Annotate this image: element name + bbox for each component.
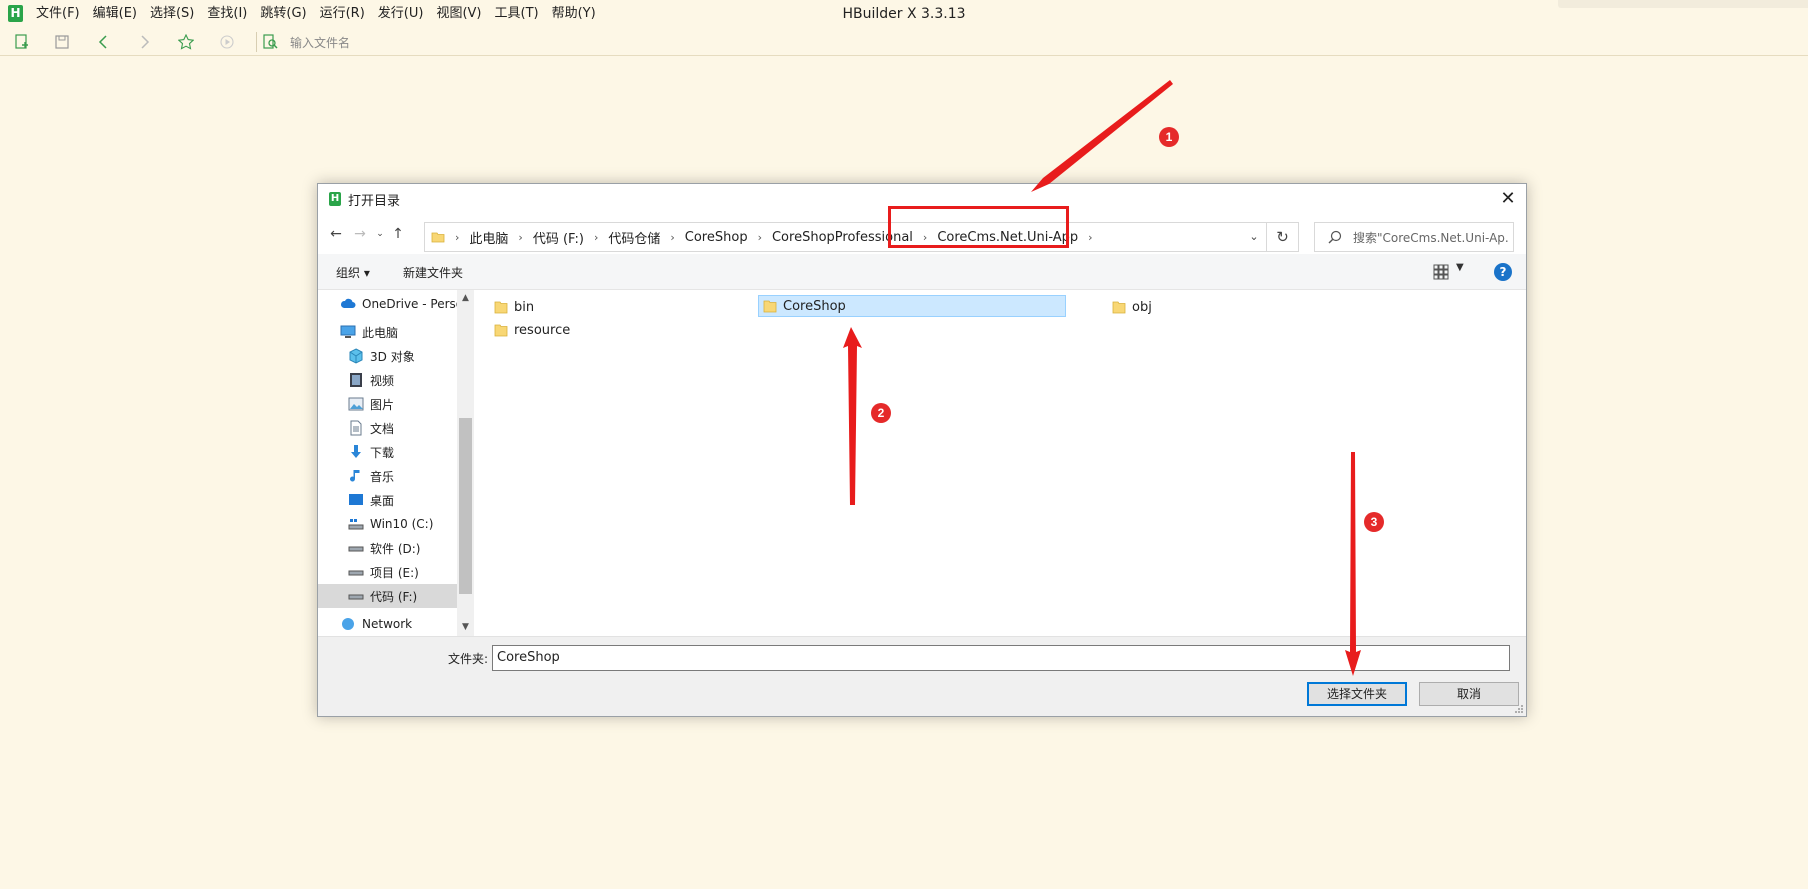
nav-item-drive-f[interactable]: 代码 (F:)	[318, 584, 457, 608]
address-highlight-box	[888, 206, 1069, 248]
cancel-button[interactable]: 取消	[1419, 682, 1519, 706]
search-input[interactable]: 搜索"CoreCms.Net.Uni-Ap...	[1353, 229, 1509, 246]
file-search-input[interactable]: 输入文件名	[290, 34, 350, 51]
annotation-badge-1: 1	[1159, 127, 1179, 147]
up-arrow-icon[interactable]: ↑	[388, 224, 408, 244]
save-icon[interactable]	[52, 32, 72, 52]
nav-item-music[interactable]: 音乐	[318, 464, 457, 488]
nav-item-drive-d[interactable]: 软件 (D:)	[318, 536, 457, 560]
dialog-footer: 文件夹: CoreShop 选择文件夹 取消	[318, 636, 1526, 716]
download-icon	[351, 445, 361, 458]
computer-icon	[340, 325, 356, 338]
run-icon[interactable]	[217, 32, 237, 52]
drive-icon	[348, 570, 364, 576]
system-drive-icon	[348, 519, 364, 530]
tool-bar: 输入文件名	[0, 28, 1808, 56]
scroll-up-icon[interactable]: ▲	[457, 290, 474, 307]
window-controls-area	[1558, 0, 1808, 8]
organize-button[interactable]: 组织 ▾	[336, 264, 370, 281]
navigation-pane: OneDrive - Perso 此电脑 3D 对象 视频 图片 文档 下载 音…	[318, 290, 457, 636]
nav-item-pictures[interactable]: 图片	[318, 392, 457, 416]
new-folder-button[interactable]: 新建文件夹	[403, 264, 463, 281]
command-bar: 组织 ▾ 新建文件夹 ▼ ?	[318, 254, 1526, 290]
scrollbar-thumb[interactable]	[459, 418, 472, 594]
video-icon	[350, 373, 362, 387]
open-directory-dialog: H 打开目录 ✕ ← → ⌄ ↑ › 此电脑 › 代码 (F:) › 代码仓储 …	[317, 183, 1527, 717]
annotation-badge-2: 2	[871, 403, 891, 423]
nav-item-desktop[interactable]: 桌面	[318, 488, 457, 512]
help-icon[interactable]: ?	[1494, 263, 1512, 281]
toolbar-separator	[256, 32, 257, 52]
nav-item-network[interactable]: Network	[318, 612, 457, 636]
view-dropdown-icon[interactable]: ▼	[1456, 262, 1464, 273]
close-icon[interactable]: ✕	[1496, 187, 1520, 211]
nav-item-drive-c[interactable]: Win10 (C:)	[318, 512, 457, 536]
cube-icon	[349, 348, 363, 364]
menu-bar: H 文件(F) 编辑(E) 选择(S) 查找(I) 跳转(G) 运行(R) 发行…	[0, 0, 1808, 28]
network-icon	[342, 618, 354, 630]
desktop-icon	[349, 494, 363, 505]
resize-grip-icon[interactable]	[1514, 704, 1524, 714]
folder-label: 文件夹:	[448, 652, 489, 666]
drive-icon	[348, 546, 364, 552]
refresh-icon[interactable]: ↻	[1267, 222, 1299, 252]
file-list: bin CoreShop obj resource	[474, 290, 1526, 636]
recent-locations-icon[interactable]: ⌄	[370, 224, 390, 244]
address-bar[interactable]: › 此电脑 › 代码 (F:) › 代码仓储 › CoreShop › Core…	[424, 222, 1267, 252]
star-icon[interactable]	[176, 32, 196, 52]
folder-icon	[1112, 301, 1126, 314]
nav-item-downloads[interactable]: 下载	[318, 440, 457, 464]
crumb-coreshop[interactable]: CoreShop	[685, 230, 748, 245]
file-search-icon[interactable]	[260, 32, 280, 52]
picture-icon	[348, 397, 364, 411]
view-options-icon[interactable]	[1433, 264, 1449, 280]
crumb-this-pc[interactable]: 此电脑	[469, 228, 508, 247]
file-item-coreshop[interactable]: CoreShop	[758, 295, 1066, 317]
nav-item-this-pc[interactable]: 此电脑	[318, 320, 457, 344]
dialog-title: 打开目录	[348, 194, 401, 209]
chevron-down-icon[interactable]: ⌄	[1246, 229, 1262, 245]
folder-icon	[763, 300, 777, 313]
window-title: HBuilder X 3.3.13	[842, 6, 966, 22]
nav-item-videos[interactable]: 视频	[318, 368, 457, 392]
file-item-obj[interactable]: obj	[1108, 296, 1308, 318]
back-icon[interactable]	[94, 32, 114, 52]
file-item-resource[interactable]: resource	[490, 319, 690, 341]
nav-item-drive-e[interactable]: 项目 (E:)	[318, 560, 457, 584]
crumb-code-repo[interactable]: 代码仓储	[608, 228, 660, 247]
nav-item-3d-objects[interactable]: 3D 对象	[318, 344, 457, 368]
music-icon	[350, 470, 360, 482]
cloud-icon	[340, 298, 356, 308]
folder-icon	[494, 301, 508, 314]
select-folder-button[interactable]: 选择文件夹	[1307, 682, 1407, 706]
scroll-down-icon[interactable]: ▼	[457, 619, 474, 636]
navigation-scrollbar[interactable]: ▲ ▼	[457, 290, 474, 636]
drive-icon	[348, 594, 364, 600]
new-file-icon[interactable]	[12, 32, 32, 52]
back-arrow-icon[interactable]: ←	[326, 224, 346, 244]
document-icon	[350, 420, 362, 436]
forward-icon[interactable]	[134, 32, 154, 52]
annotation-badge-3: 3	[1364, 512, 1384, 532]
nav-item-documents[interactable]: 文档	[318, 416, 457, 440]
search-box[interactable]: 搜索"CoreCms.Net.Uni-Ap...	[1314, 222, 1514, 252]
search-icon	[1328, 230, 1342, 244]
forward-arrow-icon[interactable]: →	[350, 224, 370, 244]
nav-item-onedrive[interactable]: OneDrive - Perso	[318, 292, 457, 316]
dialog-logo-icon: H	[329, 192, 341, 206]
file-item-bin[interactable]: bin	[490, 296, 690, 318]
folder-name-input[interactable]: CoreShop	[492, 645, 1510, 671]
crumb-drive-f[interactable]: 代码 (F:)	[533, 228, 584, 247]
folder-icon	[431, 232, 445, 243]
folder-icon	[494, 324, 508, 337]
